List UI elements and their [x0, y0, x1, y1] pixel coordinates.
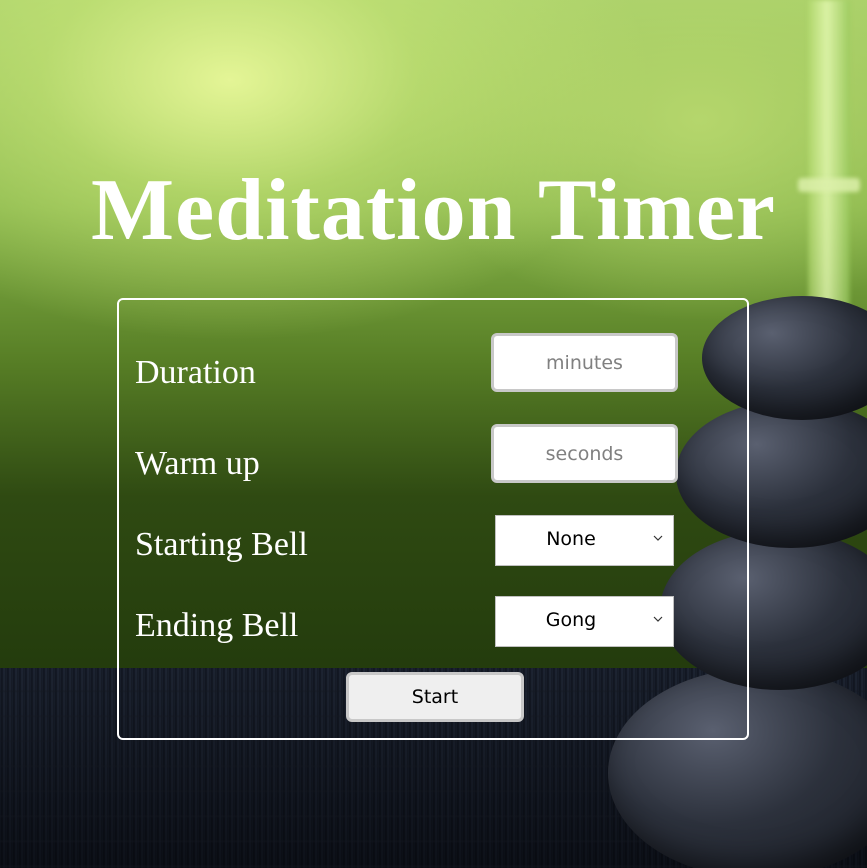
starting-bell-label: Starting Bell — [135, 526, 308, 563]
starting-bell-select[interactable]: None — [495, 515, 674, 566]
start-button[interactable]: Start — [346, 672, 524, 722]
warmup-label: Warm up — [135, 445, 260, 482]
duration-label: Duration — [135, 354, 256, 391]
ending-bell-value: Gong — [545, 609, 597, 631]
duration-input[interactable] — [491, 333, 678, 392]
chevron-down-icon — [653, 616, 663, 622]
ending-bell-select[interactable]: Gong — [495, 596, 674, 647]
chevron-down-icon — [653, 535, 663, 541]
timer-form: Duration Warm up Starting Bell None Endi… — [117, 298, 749, 740]
starting-bell-value: None — [546, 528, 596, 550]
page-title: Meditation Timer — [91, 162, 776, 259]
warmup-input[interactable] — [491, 424, 678, 483]
bamboo-stalk — [808, 0, 850, 310]
ending-bell-label: Ending Bell — [135, 607, 299, 644]
